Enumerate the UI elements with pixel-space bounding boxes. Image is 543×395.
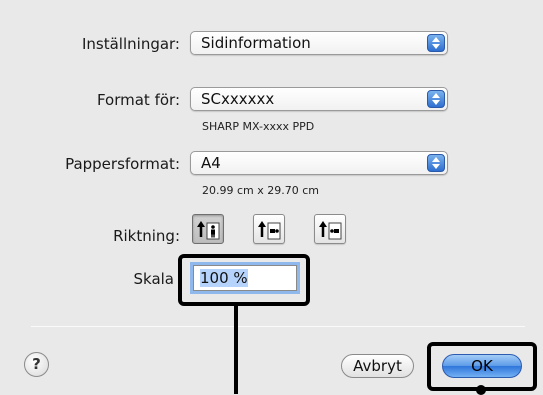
printer-model-text: SHARP MX-xxxx PPD [202,120,315,133]
format-popup[interactable]: SCxxxxxx [190,87,448,111]
popup-arrows-icon [427,90,445,108]
paper-dimensions-text: 20.99 cm x 29.70 cm [202,184,320,197]
popup-arrows-icon [427,154,445,172]
ok-callout-frame [427,342,537,391]
format-label: Format för: [96,91,180,109]
settings-popup[interactable]: Sidinformation [190,31,448,55]
orientation-label: Riktning: [113,227,180,245]
orientation-landscape-right-button[interactable] [314,214,346,244]
orientation-landscape-left-button[interactable] [253,214,285,244]
scale-callout-line [234,306,238,394]
popup-arrows-icon [427,34,445,52]
settings-label: Inställningar: [81,35,180,53]
settings-popup-value: Sidinformation [201,34,311,52]
divider [31,326,525,327]
paper-size-label: Pappersformat: [65,155,180,173]
cancel-button[interactable]: Avbryt [341,354,414,378]
help-button[interactable]: ? [24,352,49,377]
landscape-right-icon [319,221,342,240]
orientation-portrait-button[interactable] [192,214,224,244]
paper-size-popup-value: A4 [201,154,221,172]
format-popup-value: SCxxxxxx [201,90,275,108]
scale-label: Skala [133,270,175,288]
portrait-person-icon [197,221,220,240]
scale-callout-frame [178,254,310,306]
paper-size-popup[interactable]: A4 [190,151,448,175]
page-setup-dialog: Inställningar: Sidinformation Format för… [0,0,543,395]
landscape-left-icon [258,221,281,240]
